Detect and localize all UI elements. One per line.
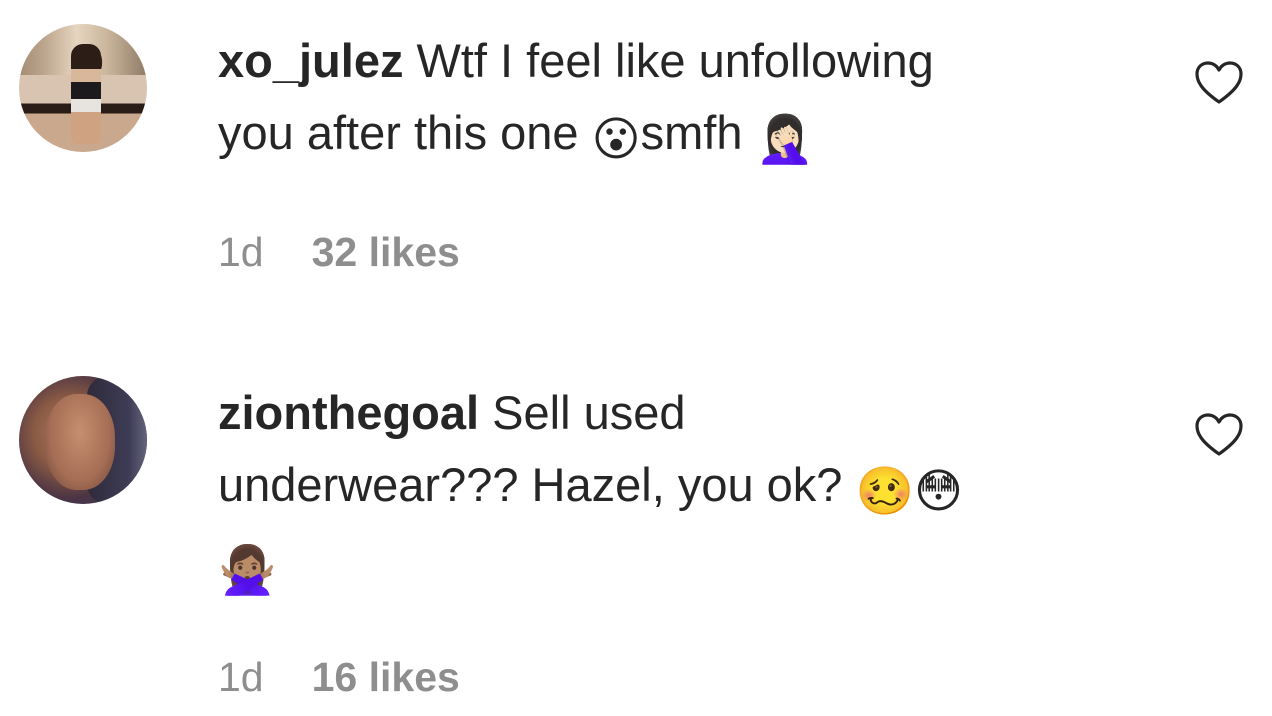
comment-time[interactable]: 1d [218,229,264,275]
avatar-photo [45,394,115,490]
heart-outline-icon[interactable] [1194,60,1244,106]
facepalm-emoji: 🤦🏻‍♀️ [755,112,815,167]
comment-username[interactable]: zionthegoal [218,386,479,439]
comment-likes-count[interactable]: 32 likes [312,229,460,275]
comment-body-line1: Wtf I feel like unfollowing [403,34,934,87]
comment-body-line2: underwear??? Hazel, you ok? [218,458,856,511]
comment-likes-count[interactable]: 16 likes [312,654,460,700]
comment-time[interactable]: 1d [218,654,264,700]
comment-meta: 1d 16 likes [218,652,460,702]
comment-item: zionthegoal Sell used underwear??? Hazel… [0,360,1272,716]
comment-body-line1: Sell used [479,386,686,439]
gesturing-no-emoji: 🙅🏽‍♀️ [218,543,277,598]
astonished-face-emoji: 😮 [591,112,641,167]
avatar[interactable] [19,376,147,504]
comment-meta: 1d 32 likes [218,227,460,277]
comment-text: zionthegoal Sell used underwear??? Hazel… [218,377,1138,607]
comment-body-suffix: smfh [640,106,756,159]
avatar[interactable] [19,24,147,152]
comment-body-line2: you after this one [218,106,592,159]
heart-outline-icon[interactable] [1194,412,1244,458]
comment-item: xo_julez Wtf I feel like unfollowing you… [0,0,1272,330]
avatar-photo [71,44,101,144]
comment-text: xo_julez Wtf I feel like unfollowing you… [218,25,1138,176]
flushed-face-emoji: 😳 [914,464,964,519]
woozy-face-emoji: 🥴 [855,464,915,519]
comment-username[interactable]: xo_julez [218,34,403,87]
